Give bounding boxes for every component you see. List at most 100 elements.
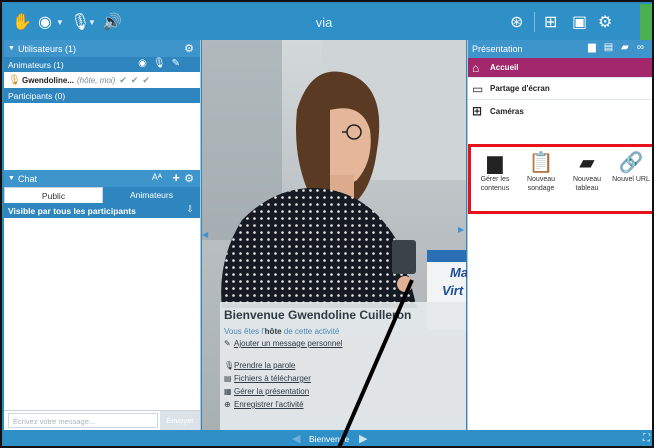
collapse-left-chevron-icon[interactable]: ◀	[202, 230, 210, 240]
add-message-link[interactable]: ✎ Ajouter un message personnel	[224, 339, 343, 348]
subtitle-prefix: Vous êtes l'	[224, 327, 265, 336]
link-icon[interactable]: ∞	[637, 42, 652, 53]
collapse-right-chevron-icon[interactable]: ▶	[458, 225, 466, 235]
user-name: Gwendoline...	[22, 75, 75, 85]
clipboard-icon: 📋	[528, 152, 554, 174]
users-panel-header[interactable]: ▼ Utilisateurs (1) ⚙	[4, 40, 200, 57]
pencil-all-icon[interactable]: ✎	[172, 58, 186, 69]
menu-item-cameras[interactable]: ⊞ Caméras	[468, 100, 652, 122]
manage-presentation-label: Gérer la présentation	[234, 387, 310, 396]
tool-label-line1: Gérer les	[480, 176, 510, 183]
presentation-header-actions[interactable]: ▆▤▰∞	[588, 42, 652, 53]
poll-icon[interactable]: ▤	[604, 42, 621, 53]
next-arrow-icon[interactable]: ▶	[359, 432, 367, 445]
new-poll-button[interactable]: 📋 Nouveau sondage	[519, 151, 563, 193]
speaker-icon[interactable]: 🔊	[102, 10, 122, 34]
add-icon[interactable]: +	[172, 170, 180, 185]
laptop-screen-text: Virt	[442, 283, 464, 298]
mic-all-icon[interactable]: 🎙	[153, 58, 172, 69]
previous-arrow-icon[interactable]: ◀	[292, 432, 300, 445]
presentation-panel: Présentation ▆▤▰∞ ⌂ Accueil ▭ Partage d'…	[467, 40, 652, 430]
tool-label-line2: tableau	[575, 185, 599, 192]
check-icon[interactable]: ✔	[131, 75, 143, 85]
menu-item-label: Partage d'écran	[490, 84, 550, 93]
menu-item-screen-share[interactable]: ▭ Partage d'écran	[468, 78, 652, 100]
animators-title: Animateurs (1)	[8, 59, 64, 70]
manage-contents-button[interactable]: ▆ Gérer les contenus	[473, 151, 517, 193]
chat-messages	[4, 218, 200, 407]
check-icon[interactable]: ✔	[119, 75, 131, 85]
support-icon[interactable]: ⊛	[510, 10, 523, 34]
animators-actions[interactable]: ◉🎙✎	[138, 58, 186, 69]
bottom-bar: ◀ Bienvenue ▶ ⛶	[4, 430, 652, 446]
tool-label-line1: Nouvel URL	[612, 176, 650, 183]
current-section-label: Bienvenue	[309, 434, 350, 444]
user-mic-icon[interactable]: 🎙	[8, 75, 22, 86]
tool-label-line1: Nouveau	[526, 176, 556, 183]
toolbar-divider	[534, 12, 535, 32]
user-row[interactable]: 🎙 Gwendoline... (hôte, moi) ✔✔✔	[4, 72, 200, 88]
content-tools-highlight: ▆ Gérer les contenus 📋 Nouveau sondage ▰…	[468, 144, 652, 214]
record-activity-label: Enregistrer l'activité	[234, 400, 304, 409]
users-settings-gear-icon[interactable]: ⚙	[184, 42, 194, 55]
presentation-icon: ▦	[224, 387, 232, 396]
webcam-all-icon[interactable]: ◉	[138, 58, 153, 69]
new-url-button[interactable]: 🔗 Nouvel URL	[609, 151, 652, 184]
files-download-label: Fichiers à télécharger	[234, 374, 311, 383]
animators-header: Animateurs (1) ◉🎙✎	[4, 57, 200, 72]
chat-message-input[interactable]: Écrivez votre message...	[8, 413, 158, 428]
pencil-icon: ✎	[224, 339, 231, 348]
new-whiteboard-button[interactable]: ▰ Nouveau tableau	[565, 151, 609, 193]
exit-button[interactable]	[640, 4, 652, 40]
files-icon: ▤	[224, 374, 232, 383]
welcome-title: Bienvenue Gwendoline Cuilleron	[224, 308, 412, 322]
export-chat-icon[interactable]: ⇩	[186, 204, 194, 215]
font-size-button[interactable]: Aᴬ	[152, 172, 162, 182]
link-icon: 🔗	[618, 152, 644, 174]
layout-icon[interactable]: ▣	[572, 10, 587, 34]
add-message-label: Ajouter un message personnel	[234, 339, 343, 348]
whiteboard-icon[interactable]: ▰	[621, 42, 637, 53]
whiteboard-icon: ▰	[579, 152, 595, 174]
folder-icon: ▆	[487, 152, 503, 174]
collapse-icon[interactable]: ▼	[8, 45, 15, 52]
gear-icon[interactable]: ⚙	[598, 10, 612, 34]
record-activity-link[interactable]: ⊕ Enregistrer l'activité	[224, 400, 304, 409]
tab-animateurs[interactable]: Animateurs	[103, 187, 200, 203]
top-toolbar: ✋ ◉ ▼ 🎙 ▼ 🔊 via ⊛ ⊞ ▣ ⚙	[4, 4, 652, 40]
user-permission-checks[interactable]: ✔✔✔	[119, 75, 154, 86]
folder-icon[interactable]: ▆	[588, 42, 604, 53]
take-floor-link[interactable]: 🎙Prendre la parole	[224, 361, 295, 370]
users-panel-title: Utilisateurs (1)	[17, 43, 76, 54]
tool-label-line1: Nouveau	[572, 176, 602, 183]
tab-public[interactable]: Public	[4, 187, 103, 203]
home-icon: ⌂	[472, 60, 480, 75]
monitor-icon: ▭	[472, 81, 484, 96]
webcam-icon[interactable]: ◉	[38, 10, 52, 34]
left-sidebar: ▼ Utilisateurs (1) ⚙ Animateurs (1) ◉🎙✎ …	[4, 40, 201, 430]
record-icon: ⊕	[224, 400, 231, 409]
collapse-icon[interactable]: ▼	[8, 175, 15, 182]
chat-visibility-bar: Visible par tous les participants ⇩	[4, 203, 200, 218]
check-icon[interactable]: ✔	[142, 75, 154, 85]
files-download-link[interactable]: ▤ Fichiers à télécharger	[224, 374, 311, 383]
send-button[interactable]: Envoyer	[160, 411, 200, 430]
fullscreen-icon[interactable]: ⛶	[643, 433, 650, 444]
microphone-dropdown-chevron-icon[interactable]: ▼	[88, 10, 96, 34]
chat-settings-gear-icon[interactable]: ⚙	[184, 172, 194, 185]
user-role: (hôte, moi)	[77, 75, 116, 85]
chat-panel-header[interactable]: ▼ Chat Aᴬ + ⚙	[4, 170, 200, 187]
manage-presentation-link[interactable]: ▦ Gérer la présentation	[224, 387, 309, 396]
subtitle-suffix: de cette activité	[281, 327, 340, 336]
laptop-screen-text: Ma	[450, 265, 469, 280]
welcome-photo	[202, 40, 466, 430]
webcam-dropdown-chevron-icon[interactable]: ▼	[56, 10, 64, 34]
welcome-subtitle: Vous êtes l'hôte de cette activité	[224, 327, 460, 336]
take-floor-label: Prendre la parole	[234, 361, 296, 370]
menu-item-accueil[interactable]: ⌂ Accueil	[468, 58, 652, 78]
tool-label-line2: sondage	[527, 185, 555, 192]
network-icon[interactable]: ⊞	[544, 10, 557, 34]
participants-title: Participants (0)	[8, 90, 66, 101]
menu-item-label: Accueil	[490, 63, 519, 72]
raise-hand-icon[interactable]: ✋	[12, 10, 32, 34]
